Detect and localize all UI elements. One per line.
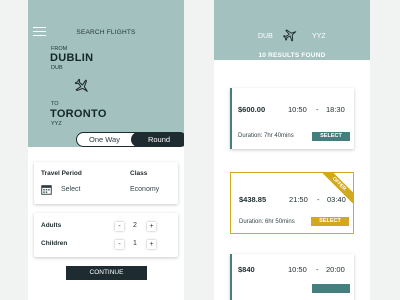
flight-depart-time: 10:50 bbox=[288, 265, 307, 274]
plane-icon bbox=[283, 29, 297, 42]
flight-price: $438.85 bbox=[239, 195, 267, 204]
flight-arrive-time: 03:40 bbox=[327, 195, 346, 204]
flight-depart-time: 10:50 bbox=[288, 105, 307, 114]
time-separator: - bbox=[317, 195, 320, 204]
class-label: Class bbox=[130, 170, 148, 177]
class-select[interactable]: Economy bbox=[130, 186, 159, 193]
card-accent-bar bbox=[230, 254, 232, 300]
plane-icon bbox=[74, 78, 88, 92]
flight-result-card[interactable]: $600.00 10:50 - 18:30 Duration: 7hr 40mi… bbox=[230, 88, 354, 149]
adults-increment-button[interactable]: + bbox=[147, 222, 156, 231]
passengers-card: Adults - 2 + Children - 1 + bbox=[34, 213, 178, 257]
to-city[interactable]: TORONTO bbox=[50, 108, 107, 120]
select-flight-button[interactable]: SELECT bbox=[311, 217, 349, 226]
children-count: 1 bbox=[133, 240, 137, 247]
flight-depart-time: 21:50 bbox=[289, 195, 308, 204]
card-accent-bar bbox=[230, 88, 232, 149]
from-code: DUB bbox=[51, 65, 63, 71]
adults-count: 2 bbox=[133, 222, 137, 229]
select-flight-button-partial[interactable] bbox=[312, 284, 350, 293]
flight-result-card[interactable]: $840 10:50 - 20:00 bbox=[230, 254, 354, 300]
travel-period-select[interactable]: Select bbox=[61, 186, 80, 193]
to-code: YYZ bbox=[51, 121, 62, 127]
continue-button[interactable]: CONTINUE bbox=[66, 266, 147, 280]
calendar-icon[interactable] bbox=[41, 184, 52, 195]
flight-result-card-offer[interactable]: OFFER $438.85 21:50 - 03:40 Duration: 6h… bbox=[230, 172, 354, 234]
to-label: TO bbox=[51, 101, 59, 107]
children-increment-button[interactable]: + bbox=[147, 240, 156, 249]
trip-type-toggle: One Way Round bbox=[76, 132, 184, 147]
from-city[interactable]: DUBLIN bbox=[50, 52, 93, 64]
results-count: 10 RESULTS FOUND bbox=[258, 52, 326, 59]
trip-type-round[interactable]: Round bbox=[131, 132, 184, 147]
origin-code: DUB bbox=[258, 33, 273, 40]
flight-price: $600.00 bbox=[238, 105, 266, 114]
search-header: SEARCH FLIGHTS FROM DUBLIN DUB TO TORONT… bbox=[28, 0, 184, 147]
select-flight-button[interactable]: SELECT bbox=[312, 132, 350, 141]
trip-type-one-way[interactable]: One Way bbox=[77, 133, 132, 146]
travel-details-card: Travel Period Select Class Economy bbox=[34, 162, 178, 204]
travel-period-label: Travel Period bbox=[41, 170, 82, 177]
flight-duration: Duration: 7hr 40mins bbox=[238, 133, 294, 139]
children-decrement-button[interactable]: - bbox=[115, 240, 124, 249]
flight-arrive-time: 18:30 bbox=[326, 105, 345, 114]
time-separator: - bbox=[316, 105, 319, 114]
time-separator: - bbox=[316, 265, 319, 274]
destination-code: YYZ bbox=[312, 33, 326, 40]
children-label: Children bbox=[41, 240, 68, 247]
page-title: SEARCH FLIGHTS bbox=[76, 29, 136, 36]
adults-label: Adults bbox=[41, 222, 62, 229]
adults-decrement-button[interactable]: - bbox=[115, 222, 124, 231]
flight-price: $840 bbox=[238, 265, 255, 274]
results-header: DUB YYZ 10 RESULTS FOUND bbox=[214, 0, 370, 60]
flight-duration: Duration: 6hr 50mins bbox=[239, 219, 295, 225]
results-screen: DUB YYZ 10 RESULTS FOUND $600.00 10:50 -… bbox=[214, 0, 370, 300]
flight-arrive-time: 20:00 bbox=[326, 265, 345, 274]
